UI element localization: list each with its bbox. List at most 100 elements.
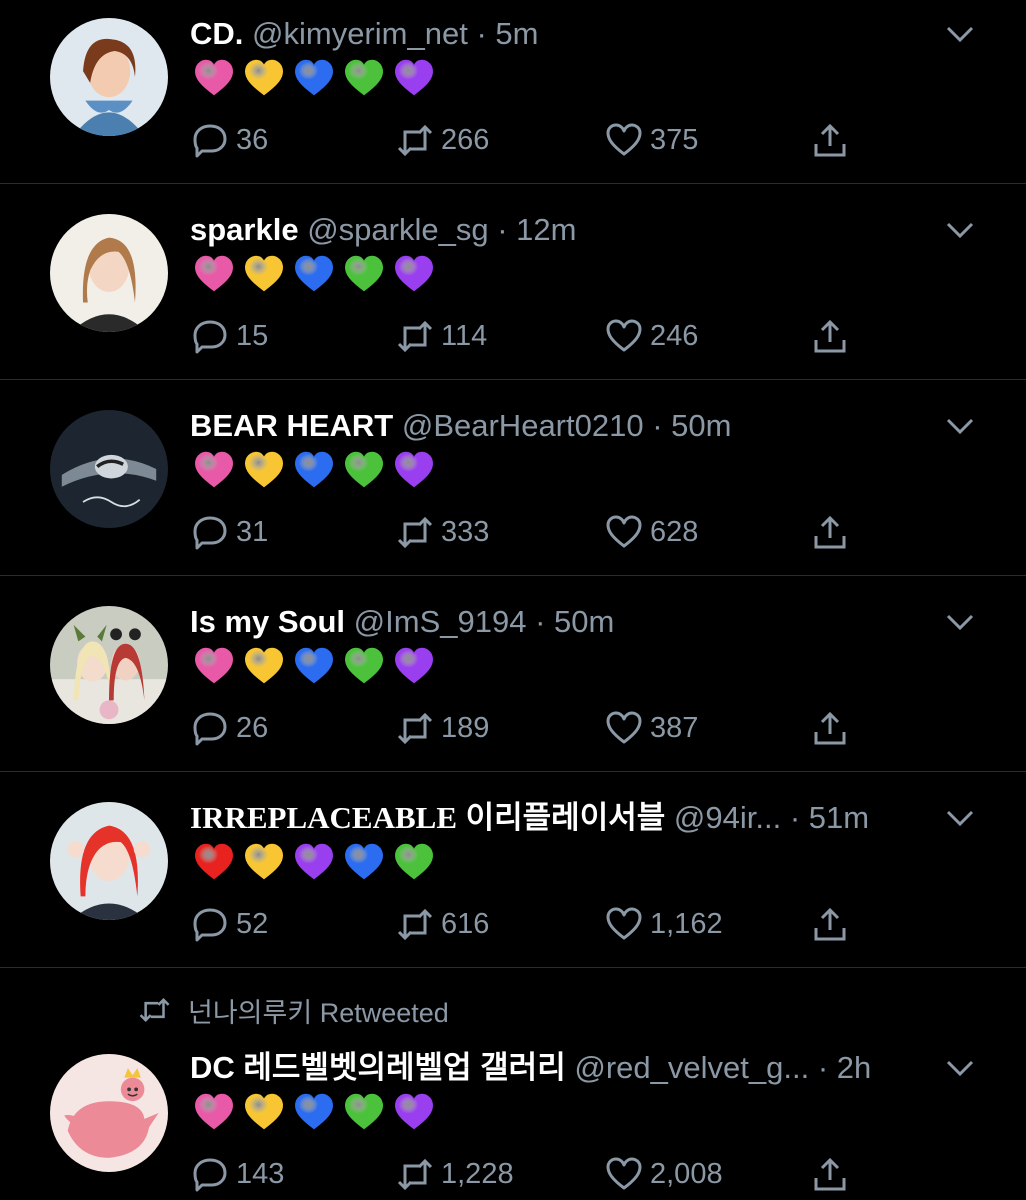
reply-bubble-icon [190,904,230,944]
share-upload-icon [810,512,850,552]
like-heart-icon [604,904,644,944]
display-name-korean[interactable]: 이리플레이서블 [466,800,666,835]
like-button[interactable]: 246 [604,314,698,358]
tweet[interactable]: 넌나의루키 Retweeted DC 레드벨벳의레벨업 갤러리 @red_velv… [0,980,1026,1200]
share-upload-icon [810,120,850,160]
reply-count: 143 [236,1157,285,1190]
share-button[interactable] [810,118,850,162]
tweet[interactable]: sparkle @sparkle_sg · 12m 15 114 246 [0,196,1026,380]
tweet[interactable]: CD. @kimyerim_net · 5m 36 266 375 [0,0,1026,184]
share-button[interactable] [810,706,850,750]
timestamp[interactable]: 12m [516,212,576,247]
chevron-down-icon[interactable] [944,214,976,246]
retweeted-by[interactable]: 넌나의루키 Retweeted [138,993,449,1028]
retweet-button[interactable]: 266 [395,118,489,162]
reply-button[interactable]: 36 [190,118,268,162]
blue-heart-icon [292,1090,336,1138]
yellow-heart-icon [242,1090,286,1138]
reply-button[interactable]: 31 [190,510,268,554]
chevron-down-icon[interactable] [944,606,976,638]
retweet-arrows-icon [395,512,435,552]
separator-dot: · [535,604,546,639]
retweet-button[interactable]: 1,228 [395,1152,514,1196]
retweet-button[interactable]: 616 [395,902,489,946]
display-name[interactable]: sparkle [190,212,299,247]
tweet-feed: CD. @kimyerim_net · 5m 36 266 375 sparkle @s… [0,0,1026,1200]
retweet-arrows-icon [395,316,435,356]
chevron-down-icon[interactable] [944,802,976,834]
retweet-button[interactable]: 114 [395,314,487,358]
user-handle[interactable]: @BearHeart0210 [402,408,644,443]
pink-heart-icon [192,644,236,692]
tweet[interactable]: Is my Soul @ImS_9194 · 50m 26 189 387 [0,588,1026,772]
tweet-actions: 36 266 375 [190,118,870,162]
reply-bubble-icon [190,1154,230,1194]
share-upload-icon [810,904,850,944]
reply-count: 52 [236,907,269,940]
chevron-down-icon[interactable] [944,410,976,442]
tweet-body [192,840,436,888]
chevron-down-icon[interactable] [944,1052,976,1084]
timestamp[interactable]: 2h [837,1050,871,1085]
pink-heart-icon [192,252,236,300]
like-count: 628 [650,515,699,548]
avatar[interactable] [50,802,168,920]
reply-button[interactable]: 52 [190,902,268,946]
avatar[interactable] [50,1054,168,1172]
reply-button[interactable]: 143 [190,1152,284,1196]
timestamp[interactable]: 51m [809,800,869,835]
blue-heart-icon [342,840,386,888]
chevron-down-icon[interactable] [944,18,976,50]
retweet-count: 333 [441,515,490,548]
retweet-button[interactable]: 333 [395,510,489,554]
green-heart-icon [342,1090,386,1138]
reply-button[interactable]: 26 [190,706,268,750]
like-count: 246 [650,319,699,352]
display-name[interactable]: Is my Soul [190,604,345,639]
share-button[interactable] [810,510,850,554]
display-name[interactable]: BEAR HEART [190,408,393,443]
green-heart-icon [342,56,386,104]
tweet-header: Is my Soul @ImS_9194 · 50m [190,602,936,642]
tweet[interactable]: BEAR HEART @BearHeart0210 · 50m 31 333 628 [0,392,1026,576]
blue-heart-icon [292,252,336,300]
user-handle[interactable]: @94ir... [674,800,781,835]
display-name[interactable]: CD. [190,16,243,51]
yellow-heart-icon [242,448,286,496]
user-handle[interactable]: @kimyerim_net [252,16,468,51]
yellow-heart-icon [242,644,286,692]
avatar[interactable] [50,410,168,528]
yellow-heart-icon [242,252,286,300]
like-heart-icon [604,316,644,356]
share-button[interactable] [810,1152,850,1196]
timestamp[interactable]: 50m [671,408,731,443]
like-button[interactable]: 1,162 [604,902,723,946]
user-handle[interactable]: @red_velvet_g... [574,1050,809,1085]
tweet-body [192,1090,436,1138]
like-count: 2,008 [650,1157,723,1190]
retweet-small-icon [138,995,172,1025]
like-button[interactable]: 2,008 [604,1152,723,1196]
display-name[interactable]: DC 레드벨벳의레벨업 갤러리 [190,1050,566,1085]
like-button[interactable]: 387 [604,706,698,750]
avatar[interactable] [50,606,168,724]
tweet-header: IRREPLACEABLE 이리플레이서블 @94ir... · 51m [190,798,936,838]
user-handle[interactable]: @sparkle_sg [307,212,488,247]
tweet[interactable]: IRREPLACEABLE 이리플레이서블 @94ir... · 51m 52 61… [0,784,1026,968]
avatar[interactable] [50,214,168,332]
timestamp[interactable]: 5m [495,16,538,51]
user-handle[interactable]: @ImS_9194 [354,604,527,639]
retweet-button[interactable]: 189 [395,706,489,750]
reply-count: 31 [236,515,269,548]
share-button[interactable] [810,902,850,946]
reply-button[interactable]: 15 [190,314,268,358]
avatar[interactable] [50,18,168,136]
tweet-actions: 143 1,228 2,008 [190,1152,870,1196]
like-heart-icon [604,120,644,160]
purple-heart-icon [392,448,436,496]
display-name[interactable]: IRREPLACEABLE [190,800,457,835]
like-button[interactable]: 628 [604,510,698,554]
share-button[interactable] [810,314,850,358]
timestamp[interactable]: 50m [554,604,614,639]
like-button[interactable]: 375 [604,118,698,162]
